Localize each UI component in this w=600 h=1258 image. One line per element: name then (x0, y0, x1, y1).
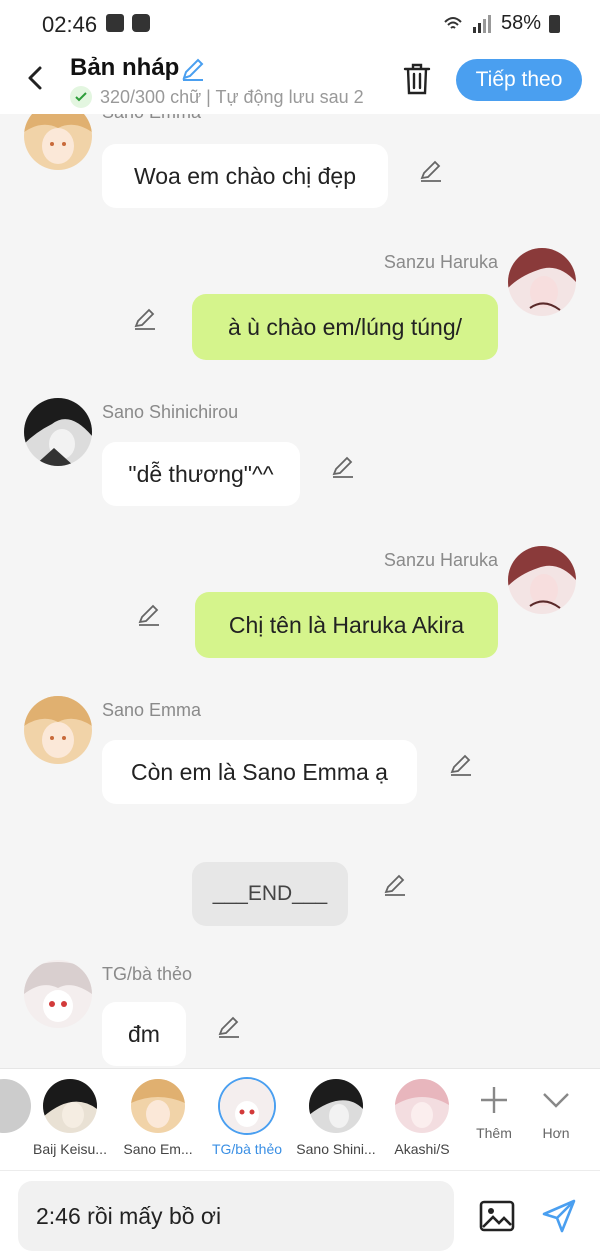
word-count-status: 320/300 chữ | Tự động lưu sau 2 (70, 86, 375, 108)
chevron-down-icon (543, 1093, 569, 1108)
message-sender: Sanzu Haruka (383, 252, 498, 272)
avatar-sano-emma[interactable] (24, 114, 92, 170)
character-akashi[interactable]: Akashi/S (378, 1079, 466, 1157)
message-sender: Sanzu Haruka (383, 550, 498, 570)
status-bar: 02:46 58% (0, 0, 600, 48)
battery-icon (549, 14, 560, 33)
message-bubble[interactable]: "dễ thương"^^ (102, 442, 300, 506)
more-label: Thêm (476, 1125, 512, 1141)
narration-bubble[interactable]: ___END___ (192, 862, 348, 926)
avatar-sano-shinichirou[interactable] (24, 398, 92, 466)
status-time: 02:46 (42, 12, 98, 37)
trash-icon[interactable] (402, 62, 432, 96)
message-input[interactable]: 2:46 rồi mấy bồ ơi (18, 1181, 454, 1251)
status-right: 58% (443, 12, 560, 35)
edit-icon[interactable] (136, 602, 162, 628)
check-icon (70, 86, 92, 108)
add-character-button[interactable]: Thêm (464, 1085, 524, 1141)
header: Bản nháp 320/300 chữ | Tự động lưu sau 2… (0, 48, 600, 114)
expand-label: Hơn (542, 1125, 570, 1141)
edit-icon[interactable] (180, 56, 206, 82)
message-sender: TG/bà thẻo (102, 964, 193, 984)
composer: 2:46 rồi mấy bồ ơi (0, 1170, 600, 1258)
image-icon[interactable] (478, 1197, 516, 1235)
signal-icon (472, 14, 491, 33)
wifi-icon (444, 16, 462, 29)
message-bubble[interactable]: Woa em chào chị đẹp (102, 144, 388, 208)
message-bubble[interactable]: Chị tên là Haruka Akira (195, 592, 498, 658)
avatar-tg[interactable] (24, 960, 92, 1028)
character-bar: Baij Keisu... Sano Em... TG/bà thẻo Sano… (0, 1068, 600, 1170)
message-sender: Sano Emma (102, 114, 201, 123)
avatar-sano-emma[interactable] (24, 696, 92, 764)
chat-area[interactable]: Sano Emma Woa em chào chị đẹp Sanzu Haru… (0, 114, 600, 1068)
back-icon[interactable] (22, 60, 50, 96)
edit-icon[interactable] (216, 1014, 242, 1040)
edit-icon[interactable] (418, 158, 444, 184)
message-sender: Sano Shinichirou (102, 402, 239, 422)
expand-button[interactable]: Hơn (526, 1085, 586, 1141)
battery-text: 58% (500, 12, 541, 34)
next-button[interactable]: Tiếp theo (456, 59, 582, 101)
edit-icon[interactable] (382, 872, 408, 898)
app-notification-icon (132, 14, 150, 32)
edit-icon[interactable] (132, 306, 158, 332)
message-sender: Sano Emma (102, 700, 202, 720)
notification-icon (106, 14, 124, 32)
character-sano-shinichirou[interactable]: Sano Shini... (292, 1079, 380, 1157)
character-sano-emma[interactable]: Sano Em... (114, 1079, 202, 1157)
word-count-text: 320/300 chữ | Tự động lưu sau 2 (100, 86, 364, 107)
character-tg[interactable]: TG/bà thẻo (203, 1079, 291, 1157)
message-bubble[interactable]: đm (102, 1002, 186, 1066)
page-title: Bản nháp (70, 54, 180, 81)
edit-icon[interactable] (330, 454, 356, 480)
message-bubble[interactable]: Còn em là Sano Emma ạ (102, 740, 417, 804)
send-icon[interactable] (540, 1197, 578, 1235)
character-baji[interactable]: Baij Keisu... (26, 1079, 114, 1157)
message-bubble[interactable]: à ù chào em/lúng túng/ (192, 294, 498, 360)
plus-icon (481, 1087, 507, 1113)
avatar-sanzu-haruka[interactable] (508, 248, 576, 316)
avatar-sanzu-haruka[interactable] (508, 546, 576, 614)
edit-icon[interactable] (448, 752, 474, 778)
